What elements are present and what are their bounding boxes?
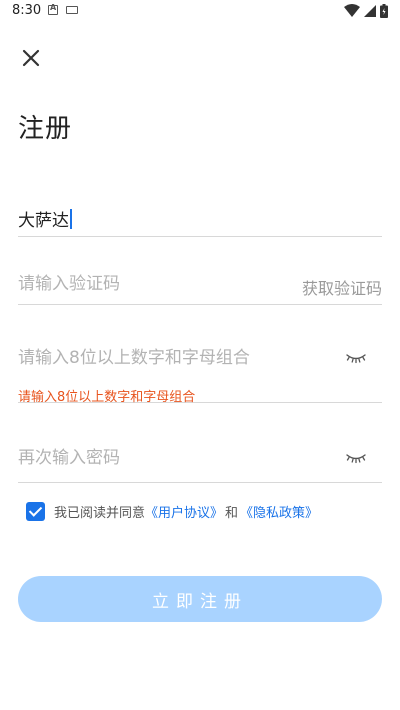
wifi-icon — [344, 4, 360, 17]
status-time: 8:30 — [12, 3, 42, 18]
close-button[interactable] — [20, 47, 42, 69]
eye-closed-icon[interactable] — [346, 352, 366, 364]
register-button[interactable]: 立即注册 — [18, 576, 382, 622]
confirm-password-input[interactable] — [18, 448, 298, 468]
register-button-label: 立即注册 — [152, 591, 248, 612]
text-cursor — [70, 209, 72, 229]
verify-code-field: 获取验证码 — [18, 268, 382, 305]
password-hint: 请输入8位以上数字和字母组合 — [18, 390, 196, 405]
eye-closed-icon[interactable] — [346, 452, 366, 464]
close-icon — [22, 49, 40, 67]
signal-icon — [364, 5, 376, 17]
username-input[interactable]: 大萨达 — [18, 206, 72, 231]
agreement-checkbox[interactable] — [26, 501, 45, 521]
confirm-password-field — [18, 440, 382, 483]
page-title: 注册 — [18, 114, 73, 144]
agreement-and: 和 — [225, 505, 239, 521]
get-code-button[interactable]: 获取验证码 — [302, 275, 382, 299]
status-icons — [344, 3, 388, 19]
username-field[interactable]: 大萨达 — [18, 198, 382, 237]
battery-icon — [380, 4, 388, 18]
password-field: 请输入8位以上数字和字母组合 — [18, 340, 382, 405]
verify-code-input[interactable] — [18, 274, 298, 294]
user-agreement-link[interactable]: 《用户协议》 — [145, 502, 223, 521]
agreement-prefix: 我已阅读并同意 — [54, 505, 146, 521]
username-value: 大萨达 — [18, 211, 69, 231]
privacy-policy-link[interactable]: 《隐私政策》 — [240, 502, 318, 521]
agreement-row: 我已阅读并同意 《用户协议》 和 《隐私政策》 — [26, 501, 318, 521]
status-bar: 8:30 — [0, 0, 400, 24]
notification-a-icon — [48, 3, 58, 15]
keyboard-icon — [66, 6, 78, 14]
password-input[interactable] — [18, 348, 298, 368]
